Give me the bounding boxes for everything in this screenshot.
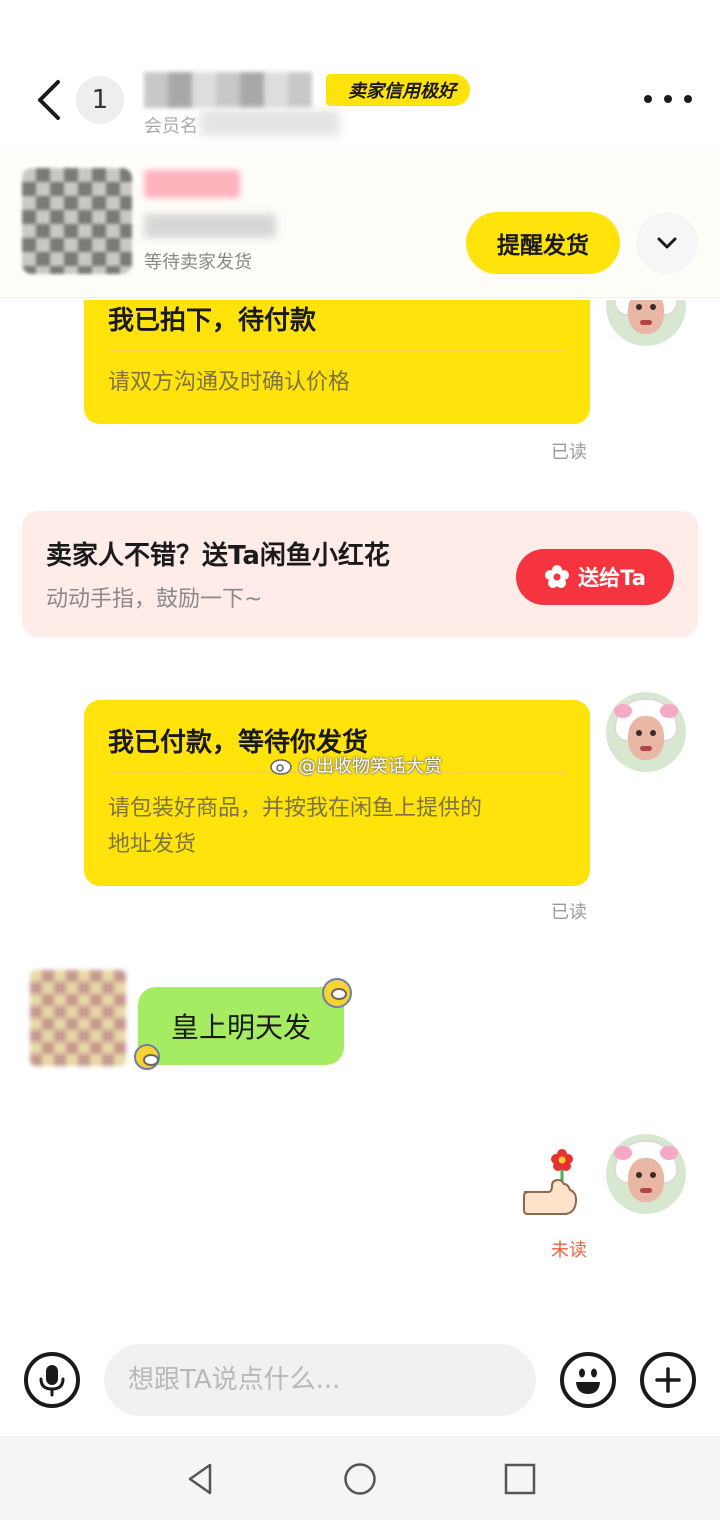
chat-header: 1 卖家信用极好 会员名 等待卖家发货 提醒发货 (0, 0, 720, 300)
more-options-button[interactable] (640, 84, 696, 114)
send-flower-label: 送给Ta (578, 566, 646, 590)
member-label: 会员名 (144, 116, 198, 137)
thumb-flower-sticker[interactable] (520, 1146, 580, 1222)
member-name-redacted (200, 110, 340, 136)
seller-avatar[interactable] (30, 970, 126, 1066)
nav-recents-icon[interactable] (503, 1462, 537, 1496)
weibo-watermark: @出收物笑话大赏 (270, 752, 442, 778)
seller-name-redacted (144, 72, 312, 108)
card-body: 请双方沟通及时确认价格 (108, 370, 351, 395)
unread-count-badge[interactable]: 1 (76, 76, 124, 124)
back-button[interactable] (30, 78, 70, 122)
dot-icon (684, 95, 692, 103)
remind-ship-button[interactable]: 提醒发货 (466, 212, 620, 274)
send-flower-button[interactable]: 送给Ta (516, 549, 674, 605)
more-actions-button[interactable] (640, 1352, 696, 1408)
minion-sticker-icon (322, 978, 352, 1008)
nav-back-icon[interactable] (184, 1462, 218, 1496)
product-title-redacted (144, 214, 276, 238)
thumbs-up-flower-icon (523, 1149, 578, 1215)
seller-credit-badge: 卖家信用极好 (326, 74, 470, 106)
my-avatar[interactable] (606, 1134, 686, 1214)
message-input-bar (0, 1330, 720, 1436)
microphone-icon (39, 1365, 65, 1397)
chevron-left-icon (38, 80, 60, 120)
product-thumbnail[interactable] (22, 168, 132, 274)
flower-icon (545, 565, 570, 588)
weibo-logo-icon (270, 759, 292, 775)
emoji-button[interactable] (560, 1352, 616, 1408)
product-price-redacted (144, 170, 240, 198)
watermark-text: @出收物笑话大赏 (298, 756, 442, 777)
banner-title: 卖家人不错？送Ta闲鱼小红花 (46, 541, 390, 571)
flower-promo-banner: 卖家人不错？送Ta闲鱼小红花 动动手指，鼓励一下~ 送给Ta (22, 511, 698, 637)
dot-icon (644, 95, 652, 103)
minion-sticker-icon (134, 1044, 160, 1070)
plus-icon (655, 1367, 681, 1393)
received-message-bubble[interactable]: 皇上明天发 (138, 987, 344, 1065)
dot-icon (664, 95, 672, 103)
system-nav-bar (0, 1436, 720, 1520)
expand-button[interactable] (636, 212, 698, 274)
my-avatar[interactable] (606, 692, 686, 772)
card-divider (108, 350, 566, 351)
voice-input-button[interactable] (24, 1352, 80, 1408)
read-status: 已读 (551, 442, 587, 463)
order-card-message[interactable]: 我已付款，等待你发货 请包装好商品，并按我在闲鱼上提供的 地址发货 (84, 700, 590, 886)
order-product-card[interactable]: 等待卖家发货 提醒发货 (0, 150, 720, 298)
banner-subtitle: 动动手指，鼓励一下~ (46, 587, 263, 612)
message-input[interactable] (104, 1344, 536, 1416)
read-status: 已读 (551, 902, 587, 923)
card-body-line: 地址发货 (108, 832, 197, 857)
smiley-icon (576, 1368, 600, 1394)
order-status: 等待卖家发货 (144, 252, 252, 273)
nav-home-icon[interactable] (343, 1462, 377, 1496)
unread-status: 未读 (551, 1240, 587, 1261)
card-title: 我已拍下，待付款 (108, 306, 317, 336)
chevron-down-icon (657, 237, 677, 249)
card-body-line: 请包装好商品，并按我在闲鱼上提供的 (108, 796, 483, 821)
